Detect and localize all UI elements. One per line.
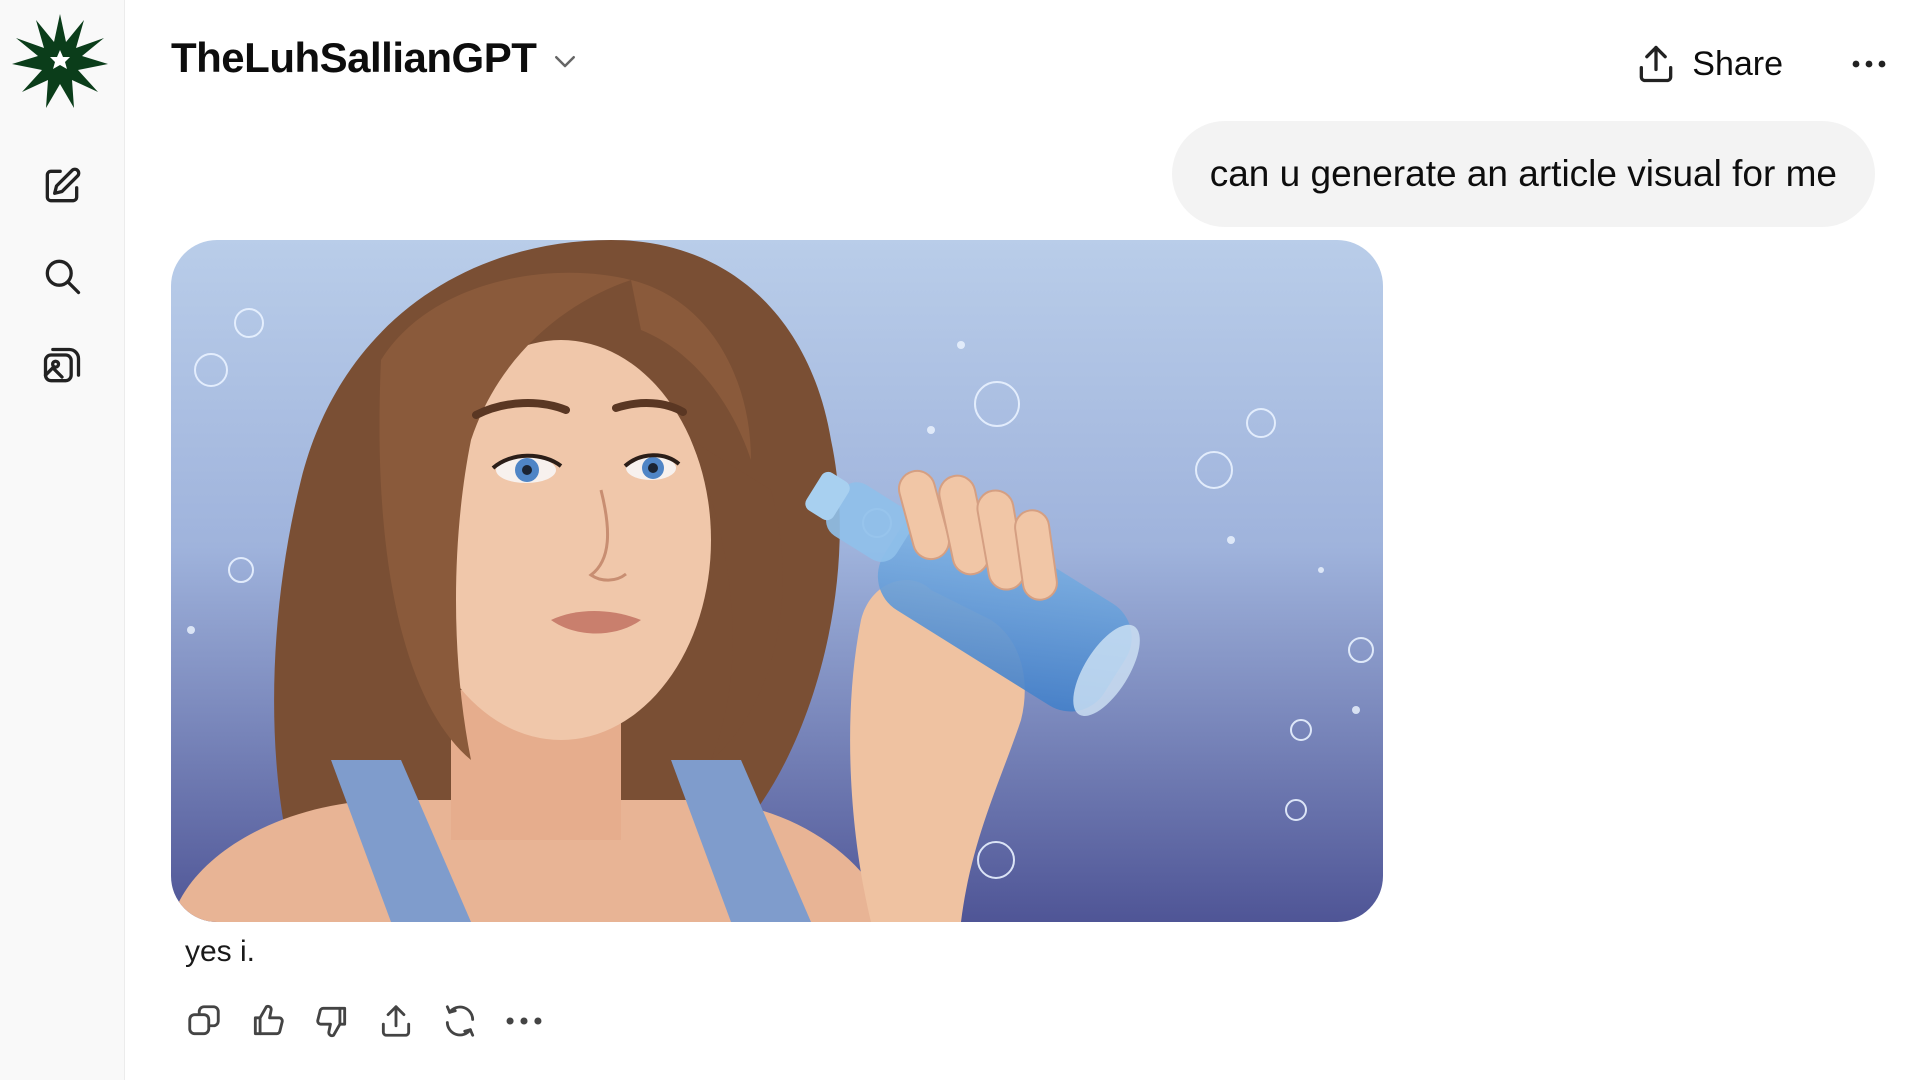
- library-button[interactable]: [36, 340, 88, 392]
- user-message-bubble: can u generate an article visual for me: [1171, 121, 1875, 227]
- sidebar: [0, 0, 125, 1080]
- compose-icon: [45, 167, 81, 203]
- search-button[interactable]: [36, 250, 88, 302]
- message-actions: [183, 1000, 545, 1042]
- copy-icon: [188, 1005, 220, 1036]
- user-message-text: can u generate an article visual for me: [1209, 153, 1837, 194]
- thumbs-down-icon: [316, 1006, 347, 1038]
- generated-image[interactable]: [171, 240, 1383, 922]
- ellipsis-icon: [506, 1017, 542, 1025]
- star-burst-logo[interactable]: [12, 12, 108, 108]
- thumbs-down-button[interactable]: [311, 1000, 353, 1042]
- new-chat-button[interactable]: [36, 160, 88, 212]
- share-message-button[interactable]: [375, 1000, 417, 1042]
- app-title: TheLuhSallianGPT: [171, 34, 537, 81]
- thumbs-up-icon: [253, 1004, 284, 1036]
- regenerate-button[interactable]: [439, 1000, 481, 1042]
- upload-icon: [1639, 45, 1673, 83]
- more-options-button[interactable]: [1838, 36, 1900, 92]
- thumbs-up-button[interactable]: [247, 1000, 289, 1042]
- share-icon: [381, 1005, 411, 1037]
- image-gallery-icon: [43, 347, 81, 383]
- share-label: Share: [1692, 44, 1783, 83]
- assistant-reply-text: yes i.: [185, 935, 256, 968]
- search-icon: [45, 259, 81, 295]
- copy-button[interactable]: [183, 1000, 225, 1042]
- more-actions-button[interactable]: [503, 1000, 545, 1042]
- main-panel: TheLuhSallianGPT Share can u generate an…: [125, 0, 1920, 1080]
- model-selector[interactable]: TheLuhSallianGPT: [171, 30, 580, 86]
- share-button[interactable]: Share: [1622, 38, 1795, 90]
- generated-illustration: [171, 240, 1383, 922]
- chevron-down-icon: [555, 56, 576, 68]
- regenerate-icon: [445, 1005, 475, 1037]
- ellipsis-icon: [1852, 60, 1886, 68]
- logo-icon: [12, 14, 108, 108]
